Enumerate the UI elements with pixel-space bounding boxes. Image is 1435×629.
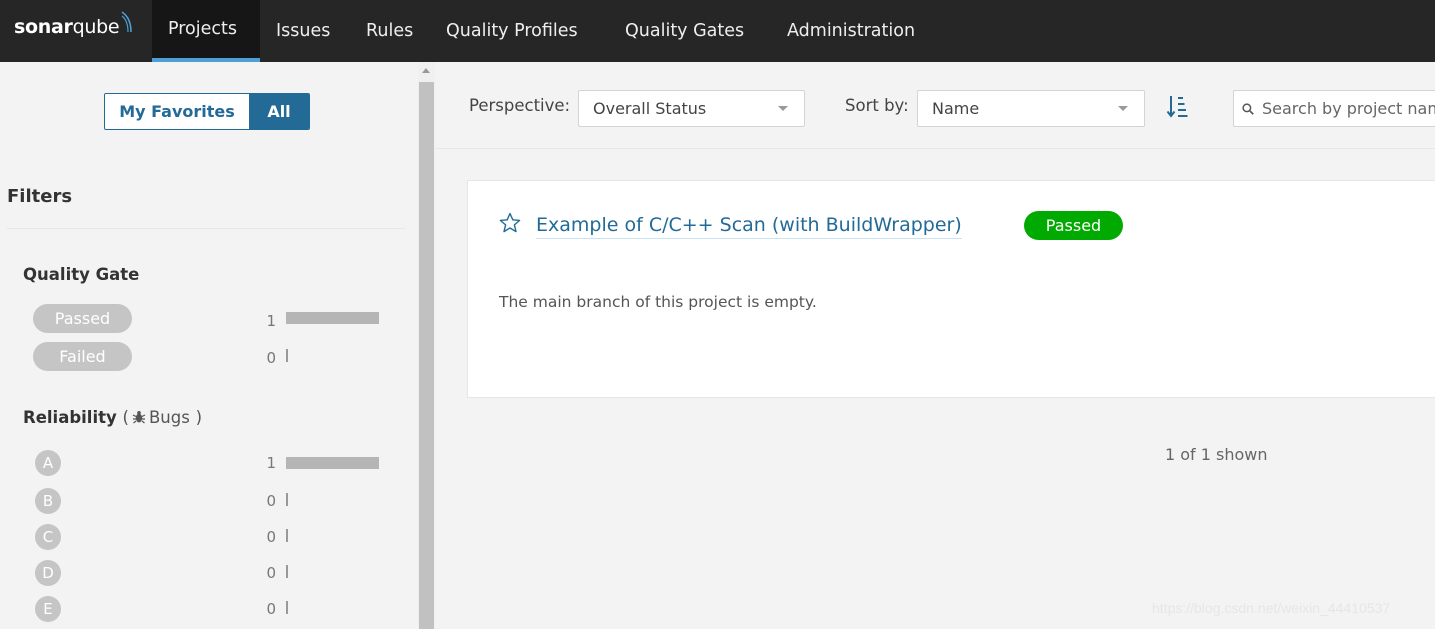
nav-quality-gates-label: Quality Gates (625, 21, 745, 41)
facet-count: 0 (266, 564, 276, 582)
reliability-paren-open: ( (122, 408, 129, 427)
nav-administration[interactable]: Administration (771, 0, 931, 62)
nav-quality-profiles[interactable]: Quality Profiles (430, 0, 594, 62)
reliability-label: Reliability (23, 408, 117, 427)
facet-passed-option[interactable]: Passed (33, 304, 132, 333)
nav-rules-label: Rules (366, 21, 414, 41)
rating-e-option[interactable]: E (35, 596, 61, 622)
chevron-down-icon (778, 106, 788, 111)
sort-by-select[interactable]: Name (917, 90, 1145, 127)
sort-by-label: Sort by: (845, 96, 909, 115)
sort-by-value: Name (932, 99, 980, 118)
quality-gate-status-badge: Passed (1024, 211, 1123, 240)
favorite-star-icon[interactable] (499, 212, 521, 234)
rating-b-option[interactable]: B (35, 488, 61, 514)
perspective-select[interactable]: Overall Status (578, 90, 805, 127)
nav-administration-label: Administration (787, 21, 916, 41)
sort-order-icon[interactable] (1166, 94, 1188, 120)
favorites-toggle: My Favorites All (104, 93, 310, 130)
scrollbar-thumb[interactable] (419, 82, 434, 629)
rating-c-option[interactable]: C (35, 524, 61, 550)
project-search-box[interactable] (1233, 90, 1435, 127)
scroll-up-arrow-icon[interactable] (422, 68, 430, 73)
nav-quality-profiles-label: Quality Profiles (446, 21, 578, 41)
logo-waves-icon (121, 11, 133, 33)
divider (435, 148, 1435, 149)
facet-count: 0 (266, 349, 276, 367)
facet-bar (286, 457, 379, 469)
facet-bar (286, 601, 288, 614)
logo-light-text: qube (72, 16, 120, 38)
facet-bar (286, 349, 288, 362)
nav-projects[interactable]: Projects (152, 0, 260, 62)
facet-bar (286, 529, 288, 542)
facet-count: 1 (266, 454, 276, 472)
watermark-text: https://blog.csdn.net/weixin_44410537 (1152, 600, 1391, 616)
nav-projects-label: Projects (168, 19, 237, 39)
search-input[interactable] (1262, 99, 1435, 118)
rating-a-option[interactable]: A (35, 450, 61, 476)
facet-count: 0 (266, 492, 276, 510)
quality-gate-facet-title[interactable]: Quality Gate (23, 265, 139, 284)
divider (7, 228, 405, 229)
nav-issues[interactable]: Issues (260, 0, 346, 62)
rating-d-option[interactable]: D (35, 560, 61, 586)
pagination-count: 1 of 1 shown (1165, 445, 1268, 464)
perspective-value: Overall Status (593, 99, 707, 118)
sidebar-scrollbar[interactable] (418, 62, 435, 629)
facet-bar (286, 493, 288, 506)
search-icon (1242, 102, 1254, 115)
facet-bar (286, 312, 379, 324)
facet-count: 1 (266, 312, 276, 330)
filters-heading: Filters (7, 186, 73, 207)
empty-branch-message: The main branch of this project is empty… (499, 293, 817, 311)
facet-failed-option[interactable]: Failed (33, 342, 132, 371)
nav-issues-label: Issues (276, 21, 331, 41)
nav-rules[interactable]: Rules (350, 0, 429, 62)
chevron-down-icon (1118, 106, 1128, 111)
bug-icon (132, 411, 146, 424)
filters-sidebar: My Favorites All Filters Quality Gate Pa… (0, 62, 417, 629)
logo-bold-text: sonar (14, 16, 73, 38)
sonarqube-logo[interactable]: sonar qube (14, 10, 133, 44)
facet-bar (286, 565, 288, 578)
reliability-sublabel: Bugs (148, 408, 190, 427)
my-favorites-button[interactable]: My Favorites (105, 94, 249, 129)
project-name-link[interactable]: Example of C/C++ Scan (with BuildWrapper… (536, 214, 962, 239)
reliability-facet-title[interactable]: Reliability ( Bugs ) (23, 408, 202, 427)
facet-count: 0 (266, 600, 276, 618)
facet-count: 0 (266, 528, 276, 546)
reliability-paren-close: ) (195, 408, 202, 427)
project-card: Example of C/C++ Scan (with BuildWrapper… (467, 180, 1435, 398)
projects-main: Perspective: Overall Status Sort by: Nam… (435, 62, 1435, 629)
all-button[interactable]: All (249, 94, 309, 129)
perspective-label: Perspective: (469, 96, 571, 115)
nav-quality-gates[interactable]: Quality Gates (609, 0, 760, 62)
top-navbar: sonar qube Projects Issues Rules Quality … (0, 0, 1435, 62)
